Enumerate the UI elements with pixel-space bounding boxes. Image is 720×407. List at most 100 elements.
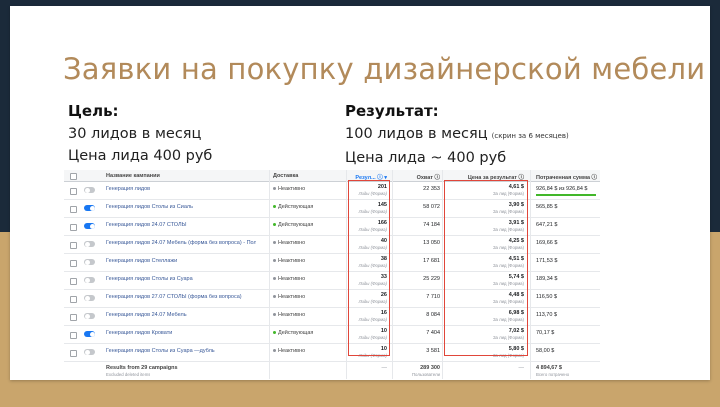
campaign-toggle[interactable] <box>84 241 95 247</box>
row-checkbox[interactable] <box>70 224 77 231</box>
goal-line-1: 30 лидов в месяц <box>68 126 202 142</box>
campaign-toggle[interactable] <box>84 349 95 355</box>
amount-spent: 116,50 $ <box>536 294 558 300</box>
results-subtext: Лиды (Форма) <box>358 245 387 250</box>
table-row[interactable]: Генерация лидов 24.07 Мебель Неактивно 16 Л… <box>64 308 600 326</box>
row-checkbox[interactable] <box>70 278 77 285</box>
table-row[interactable]: Генерация лидов Столы из Суара Неактивно 3… <box>64 272 600 290</box>
results-value: 201 <box>377 184 387 190</box>
results-subtext: Лиды (Форма) <box>358 263 387 268</box>
campaign-toggle[interactable] <box>84 187 95 193</box>
cost-per-result-sub: За лид (Форма) <box>492 353 524 358</box>
delivery-status: Неактивно <box>273 240 345 246</box>
campaign-toggle[interactable] <box>84 277 95 283</box>
table-body: Генерация лидов Неактивно 201 Лиды (Форма) 2… <box>64 182 600 362</box>
row-checkbox[interactable] <box>70 242 77 249</box>
cost-per-result-sub: За лид (Форма) <box>492 227 524 232</box>
status-dot-icon <box>273 241 276 245</box>
cost-per-result-sub: За лид (Форма) <box>492 281 524 286</box>
campaign-toggle[interactable] <box>84 259 95 265</box>
result-line-1: 100 лидов в месяц (скрин за 6 месяцев) <box>345 123 569 147</box>
amount-spent: 70,17 $ <box>536 330 555 336</box>
cost-per-result: 4,51 $ <box>508 256 524 262</box>
campaign-toggle[interactable] <box>84 223 95 229</box>
status-dot-icon <box>273 223 276 227</box>
campaign-name-link[interactable]: Генерация лидов Кровати <box>106 330 256 336</box>
col-header-results[interactable]: Резул... ⓘ ▾ <box>349 173 387 181</box>
row-checkbox[interactable] <box>70 296 77 303</box>
col-header-name[interactable]: Название кампании <box>106 173 256 179</box>
campaign-toggle[interactable] <box>84 295 95 301</box>
table-row[interactable]: Генерация лидов 27.07 СТОЛЫ (форма без в… <box>64 290 600 308</box>
reach-value: 7 710 <box>426 294 440 300</box>
footer-spent: 4 894,67 $ <box>536 365 562 371</box>
table-row[interactable]: Генерация лидов Кровати Действующая 10 Лиды… <box>64 326 600 344</box>
campaign-name-link[interactable]: Генерация лидов 24.07 Мебель <box>106 312 256 318</box>
delivery-status: Неактивно <box>273 276 345 282</box>
table-row[interactable]: Генерация лидов Столы из Суара —дубль Неа… <box>64 344 600 362</box>
table-row[interactable]: Генерация лидов 24.07 СТОЛЫ Действующая 16… <box>64 218 600 236</box>
campaign-name-link[interactable]: Генерация лидов <box>106 186 256 192</box>
results-value: 10 <box>380 328 387 334</box>
campaign-name-link[interactable]: Генерация лидов 24.07 СТОЛЫ <box>106 222 256 228</box>
goal-block: Цель: 30 лидов в месяц Цена лида 400 руб <box>68 102 212 167</box>
delivery-status: Действующая <box>273 204 345 210</box>
col-divider <box>442 170 443 379</box>
reach-value: 74 184 <box>423 222 440 228</box>
campaign-name-link[interactable]: Генерация лидов Стеллажи <box>106 258 256 264</box>
spend-progress-fill <box>536 194 596 196</box>
row-checkbox[interactable] <box>70 188 77 195</box>
campaign-name-link[interactable]: Генерация лидов 27.07 СТОЛЫ (форма без в… <box>106 294 256 300</box>
delivery-status: Действующая <box>273 330 345 336</box>
amount-spent: 926,84 $ из 926,84 $ <box>536 186 588 192</box>
cost-per-result: 5,74 $ <box>508 274 524 280</box>
col-header-spent[interactable]: Потраченная сумма ⓘ <box>536 173 600 181</box>
result-heading: Результат: <box>345 102 439 120</box>
cost-per-result: 4,48 $ <box>508 292 524 298</box>
status-dot-icon <box>273 205 276 209</box>
delivery-status-text: Действующая <box>278 204 314 210</box>
row-checkbox[interactable] <box>70 206 77 213</box>
cost-per-result-sub: За лид (Форма) <box>492 245 524 250</box>
footer-summary-sub: Excluded deleted items <box>106 372 151 377</box>
result-note: (скрин за 6 месяцев) <box>491 132 569 140</box>
campaign-name-link[interactable]: Генерация лидов 24.07 Мебель (форма без … <box>106 240 256 246</box>
row-checkbox[interactable] <box>70 332 77 339</box>
row-checkbox[interactable] <box>70 350 77 357</box>
footer-reach: 289 300 <box>420 365 440 371</box>
campaign-name-link[interactable]: Генерация лидов Столы из Суара —дубль <box>106 348 256 354</box>
row-checkbox[interactable] <box>70 260 77 267</box>
campaign-toggle[interactable] <box>84 331 95 337</box>
footer-results: — <box>381 365 388 371</box>
status-dot-icon <box>273 313 276 317</box>
results-subtext: Лиды (Форма) <box>358 317 387 322</box>
goal-heading: Цель: <box>68 102 119 120</box>
col-header-reach[interactable]: Охват ⓘ <box>396 173 440 181</box>
result-line-1-text: 100 лидов в месяц <box>345 126 488 142</box>
results-value: 38 <box>380 256 387 262</box>
row-checkbox[interactable] <box>70 314 77 321</box>
delivery-status-text: Неактивно <box>278 312 306 318</box>
delivery-status-text: Неактивно <box>278 294 306 300</box>
campaign-toggle[interactable] <box>84 205 95 211</box>
col-divider <box>392 170 393 379</box>
goal-line-2: Цена лида 400 руб <box>68 148 213 164</box>
results-subtext: Лиды (Форма) <box>358 281 387 286</box>
reach-value: 17 681 <box>423 258 440 264</box>
col-header-cost[interactable]: Цена за результат ⓘ <box>444 173 524 181</box>
campaign-name-link[interactable]: Генерация лидов Столы из Суара <box>106 276 256 282</box>
campaign-name-link[interactable]: Генерация лидов Столы из Сиаль <box>106 204 256 210</box>
status-dot-icon <box>273 277 276 281</box>
spend-progress-bar <box>536 194 596 196</box>
table-row[interactable]: Генерация лидов Неактивно 201 Лиды (Форма) 2… <box>64 182 600 200</box>
table-row[interactable]: Генерация лидов 24.07 Мебель (форма без … <box>64 236 600 254</box>
status-dot-icon <box>273 259 276 263</box>
table-row[interactable]: Генерация лидов Столы из Сиаль Действующа… <box>64 200 600 218</box>
delivery-status: Неактивно <box>273 348 345 354</box>
reach-value: 7 404 <box>426 330 440 336</box>
results-subtext: Лиды (Форма) <box>358 209 387 214</box>
select-all-checkbox[interactable] <box>70 173 77 180</box>
table-row[interactable]: Генерация лидов Стеллажи Неактивно 38 Лиды … <box>64 254 600 272</box>
col-header-delivery[interactable]: Доставка <box>273 173 345 179</box>
campaign-toggle[interactable] <box>84 313 95 319</box>
